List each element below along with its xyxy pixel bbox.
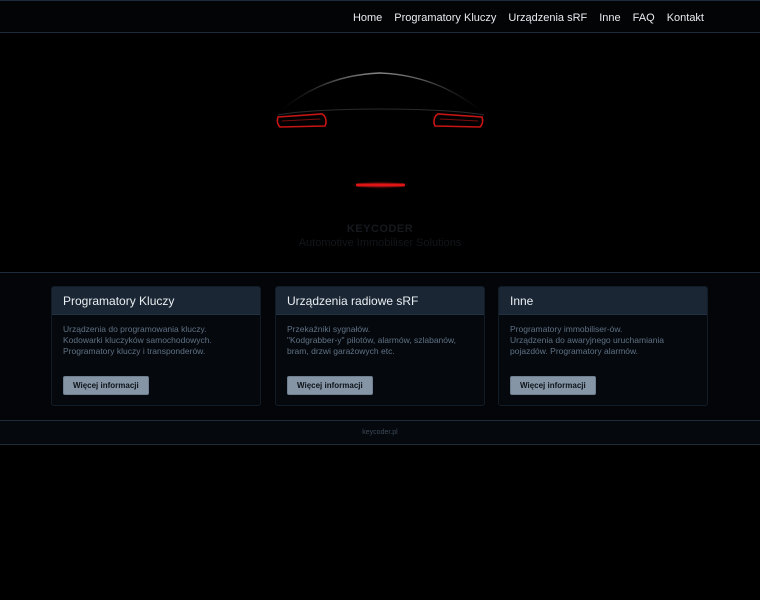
card-description: Urządzenia do programowania kluczy. Kodo… [52,315,260,376]
card-line: pojazdów. Programatory alarmów. [510,346,639,356]
card-line: Programatory kluczy i transponderów. [63,346,206,356]
hero-subtitle: Automotive Immobiliser Solutions [298,237,462,249]
hero-title: KEYCODER [346,223,414,235]
footer: keycoder.pl [0,420,760,445]
footer-text[interactable]: keycoder.pl [362,429,397,436]
card-title: Inne [499,287,707,315]
card-urzadzenia-radiowe: Urządzenia radiowe sRF Przekaźniki sygna… [275,286,485,406]
card-line: Przekaźniki sygnałów. [287,324,371,334]
main-nav: Home Programatory Kluczy Urządzenia sRF … [353,11,704,25]
hero-banner: KEYCODER Automotive Immobiliser Solution… [0,33,760,273]
card-line: Urządzenia do programowania kluczy. [63,324,207,334]
card-line: bram, drzwi garażowych etc. [287,346,395,356]
card-title: Programatory Kluczy [52,287,260,315]
feature-section: Programatory Kluczy Urządzenia do progra… [0,273,760,420]
more-info-button[interactable]: Więcej informacji [510,376,596,395]
nav-urzadzenia-srf[interactable]: Urządzenia sRF [508,11,587,25]
nav-home[interactable]: Home [353,11,382,25]
nav-faq[interactable]: FAQ [633,11,655,25]
card-inne: Inne Programatory immobiliser-ów. Urządz… [498,286,708,406]
card-line: Programatory immobiliser-ów. [510,324,623,334]
nav-kontakt[interactable]: Kontakt [667,11,704,25]
card-description: Przekaźniki sygnałów. "Kodgrabber-y" pil… [276,315,484,376]
card-line: Urządzenia do awaryjnego uruchamiania [510,335,665,345]
card-line: "Kodgrabber-y" pilotów, alarmów, szlaban… [287,335,457,345]
more-info-button[interactable]: Więcej informacji [287,376,373,395]
card-description: Programatory immobiliser-ów. Urządzenia … [499,315,707,376]
nav-inne[interactable]: Inne [599,11,620,25]
nav-programatory-kluczy[interactable]: Programatory Kluczy [394,11,496,25]
top-navbar: Home Programatory Kluczy Urządzenia sRF … [0,0,760,33]
card-programatory-kluczy: Programatory Kluczy Urządzenia do progra… [51,286,261,406]
more-info-button[interactable]: Więcej informacji [63,376,149,395]
card-line: Kodowarki kluczyków samochodowych. [63,335,212,345]
card-title: Urządzenia radiowe sRF [276,287,484,315]
